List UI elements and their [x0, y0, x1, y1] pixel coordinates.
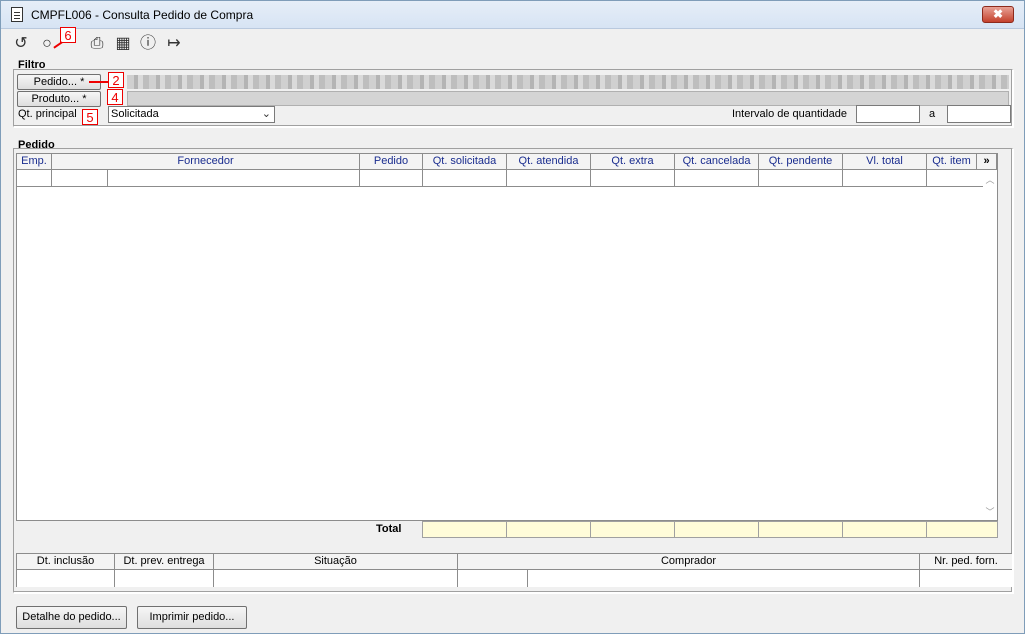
detalhe-pedido-button[interactable]: Detalhe do pedido... [16, 606, 127, 629]
col-qt-atendida[interactable]: Qt. atendida [507, 154, 591, 170]
col-dt-inclusao[interactable]: Dt. inclusão [17, 554, 115, 570]
col-vl-total[interactable]: Vl. total [843, 154, 927, 170]
marker-5: 5 [82, 109, 98, 125]
marker-4: 4 [107, 89, 123, 105]
col-qt-cancelada[interactable]: Qt. cancelada [675, 154, 759, 170]
window-title: CMPFL006 - Consulta Pedido de Compra [31, 8, 254, 22]
grid-cell[interactable] [52, 170, 108, 187]
col-dt-prev-entrega[interactable]: Dt. prev. entrega [115, 554, 214, 570]
detail-cell[interactable] [458, 570, 528, 587]
intervalo-a-label: a [929, 108, 936, 120]
detail-cell[interactable] [920, 570, 1012, 587]
col-fornecedor[interactable]: Fornecedor [52, 154, 360, 170]
col-qt-pendente[interactable]: Qt. pendente [759, 154, 843, 170]
printer-icon[interactable]: ⎙ [87, 33, 107, 55]
close-button[interactable]: ✖ [982, 6, 1014, 23]
produto-button[interactable]: Produto... * [17, 91, 101, 107]
grid-cell[interactable] [591, 170, 675, 187]
exit-icon[interactable]: ↦ [164, 33, 184, 55]
col-qt-item[interactable]: Qt. item [927, 154, 977, 170]
pedido-blurred-field [127, 75, 1009, 89]
grid-cell[interactable] [108, 170, 360, 187]
detail-cell[interactable] [528, 570, 920, 587]
total-qt-atendida [506, 521, 591, 538]
total-qt-cancelada [674, 521, 759, 538]
col-situacao[interactable]: Situação [214, 554, 458, 570]
scroll-up-icon[interactable]: ︿ [985, 173, 995, 186]
vertical-scrollbar[interactable]: ︿ ﹀ [983, 171, 997, 520]
grid-cell[interactable] [360, 170, 423, 187]
grid-cell[interactable] [759, 170, 843, 187]
detail-grid[interactable]: Dt. inclusão Dt. prev. entrega Situação … [16, 553, 1012, 587]
undo-icon[interactable]: ↺ [11, 33, 31, 55]
detail-cell[interactable] [17, 570, 115, 587]
grid-cell[interactable] [423, 170, 507, 187]
marker-arrow [89, 81, 109, 83]
col-qt-extra[interactable]: Qt. extra [591, 154, 675, 170]
total-qt-pendente [758, 521, 843, 538]
detail-cell[interactable] [214, 570, 458, 587]
scroll-down-icon[interactable]: ﹀ [985, 505, 995, 518]
col-emp[interactable]: Emp. [17, 154, 52, 170]
document-icon [11, 7, 23, 22]
imprimir-pedido-button[interactable]: Imprimir pedido... [137, 606, 247, 629]
detail-cell[interactable] [115, 570, 214, 587]
qt-principal-label: Qt. principal [18, 108, 77, 120]
grid-cell[interactable] [675, 170, 759, 187]
title-bar: CMPFL006 - Consulta Pedido de Compra ✖ [1, 1, 1024, 29]
app-window: CMPFL006 - Consulta Pedido de Compra ✖ ↺… [0, 0, 1025, 634]
grid-cell[interactable] [843, 170, 927, 187]
col-qt-solicitada[interactable]: Qt. solicitada [423, 154, 507, 170]
grid-cell[interactable] [17, 170, 52, 187]
col-comprador[interactable]: Comprador [458, 554, 920, 570]
more-columns-button[interactable]: » [977, 154, 997, 170]
total-qt-solicitada [422, 521, 507, 538]
search-icon[interactable]: ○ [37, 33, 57, 55]
intervalo-min-input[interactable] [856, 105, 920, 123]
chevron-down-icon: ⌄ [261, 108, 271, 120]
col-pedido[interactable]: Pedido [360, 154, 423, 170]
marker-6: 6 [60, 27, 76, 43]
qt-principal-select[interactable]: Solicitada ⌄ [108, 106, 275, 123]
grid-cell[interactable] [507, 170, 591, 187]
marker-2: 2 [108, 72, 124, 88]
total-vl-total [842, 521, 927, 538]
intervalo-max-input[interactable] [947, 105, 1011, 123]
col-nr-ped-forn[interactable]: Nr. ped. forn. [920, 554, 1012, 570]
total-label: Total [376, 523, 402, 535]
pedido-grid[interactable]: Emp. Fornecedor Pedido Qt. solicitada Qt… [16, 153, 998, 521]
qt-principal-value: Solicitada [111, 108, 159, 120]
help-icon[interactable]: ⓘ [138, 33, 158, 55]
intervalo-label: Intervalo de quantidade [732, 108, 847, 120]
total-qt-extra [590, 521, 675, 538]
produto-field[interactable] [127, 91, 1009, 106]
calendar-icon[interactable]: ▦ [113, 33, 133, 55]
total-qt-item [926, 521, 998, 538]
